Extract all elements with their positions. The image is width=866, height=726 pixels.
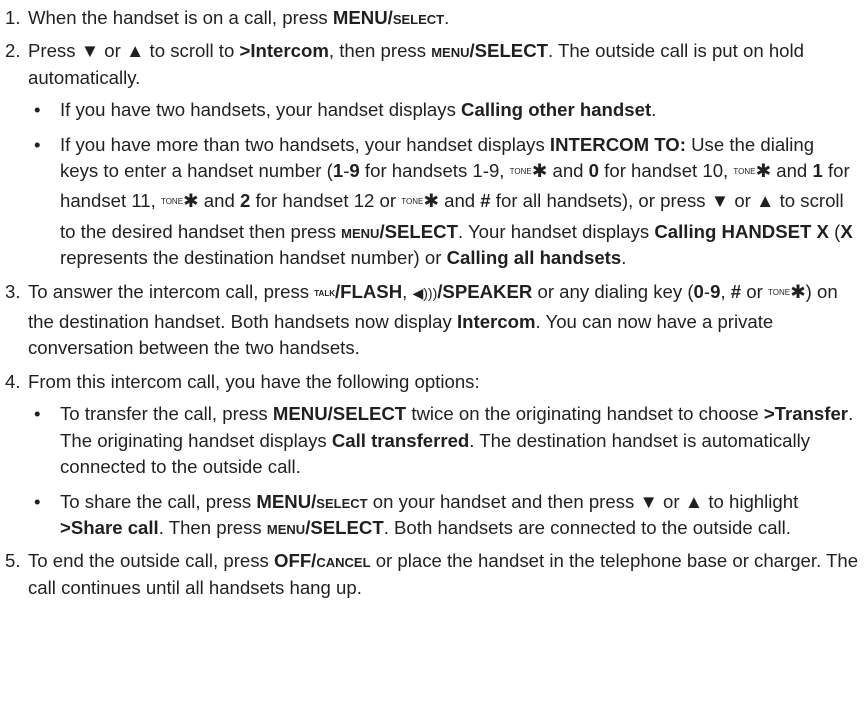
down-arrow-icon: ▼ <box>80 40 100 62</box>
bullet-icon: • <box>34 133 41 155</box>
bullet-icon: • <box>34 99 41 121</box>
step-text: From this intercom call, you have the fo… <box>28 370 480 392</box>
step-3: 3. To answer the intercom call, press TA… <box>0 279 864 362</box>
tone-label: TONE <box>733 167 756 177</box>
step-4: 4. From this intercom call, you have the… <box>0 369 864 541</box>
step-1: 1. When the handset is on a call, press … <box>0 5 864 31</box>
step-number: 3. <box>5 280 21 302</box>
up-arrow-icon: ▲ <box>125 40 145 62</box>
down-arrow-icon: ▼ <box>710 190 730 212</box>
star-key-icon: ✱ <box>790 280 806 302</box>
step-text: Press ▼ or ▲ to scroll to >Intercom, the… <box>28 40 804 88</box>
star-key-icon: ✱ <box>423 190 439 212</box>
star-key-icon: ✱ <box>183 190 199 212</box>
talk-key-icon: TALK <box>314 288 335 298</box>
tone-label: TONE <box>160 197 184 207</box>
star-key-icon: ✱ <box>755 160 772 182</box>
step-number: 5. <box>5 550 21 572</box>
step-text: To answer the intercom call, press TALK/… <box>28 280 838 359</box>
speaker-icon: ◀))) <box>412 284 438 301</box>
bullet-icon: • <box>34 403 41 425</box>
down-arrow-icon: ▼ <box>639 490 658 512</box>
list-item: • To share the call, press MENU/select o… <box>34 490 799 538</box>
step-5: 5. To end the outside call, press OFF/ca… <box>0 548 864 601</box>
star-key-icon: ✱ <box>531 160 548 182</box>
up-arrow-icon: ▲ <box>684 490 704 512</box>
step-number: 1. <box>5 7 21 28</box>
bullet-icon: • <box>34 490 41 512</box>
step-4-bullets: • To transfer the call, press MENU/SELEC… <box>28 401 864 541</box>
list-item: • To transfer the call, press MENU/SELEC… <box>34 403 854 478</box>
step-number: 2. <box>5 40 21 62</box>
tone-label: TONE <box>509 167 532 177</box>
list-item: • If you have two handsets, your handset… <box>28 97 856 123</box>
instruction-list: 1. When the handset is on a call, press … <box>0 0 866 601</box>
step-2-bullets: • If you have two handsets, your handset… <box>28 97 864 271</box>
step-2: 2. Press ▼ or ▲ to scroll to >Intercom, … <box>0 38 864 271</box>
step-text: When the handset is on a call, press MEN… <box>28 7 450 28</box>
list-item: • If you have more than two handsets, yo… <box>34 133 853 269</box>
step-text: To end the outside call, press OFF/cance… <box>28 550 859 598</box>
step-number: 4. <box>5 370 21 392</box>
tone-label: TONE <box>768 287 791 297</box>
tone-label: TONE <box>401 197 424 207</box>
up-arrow-icon: ▲ <box>756 190 775 212</box>
